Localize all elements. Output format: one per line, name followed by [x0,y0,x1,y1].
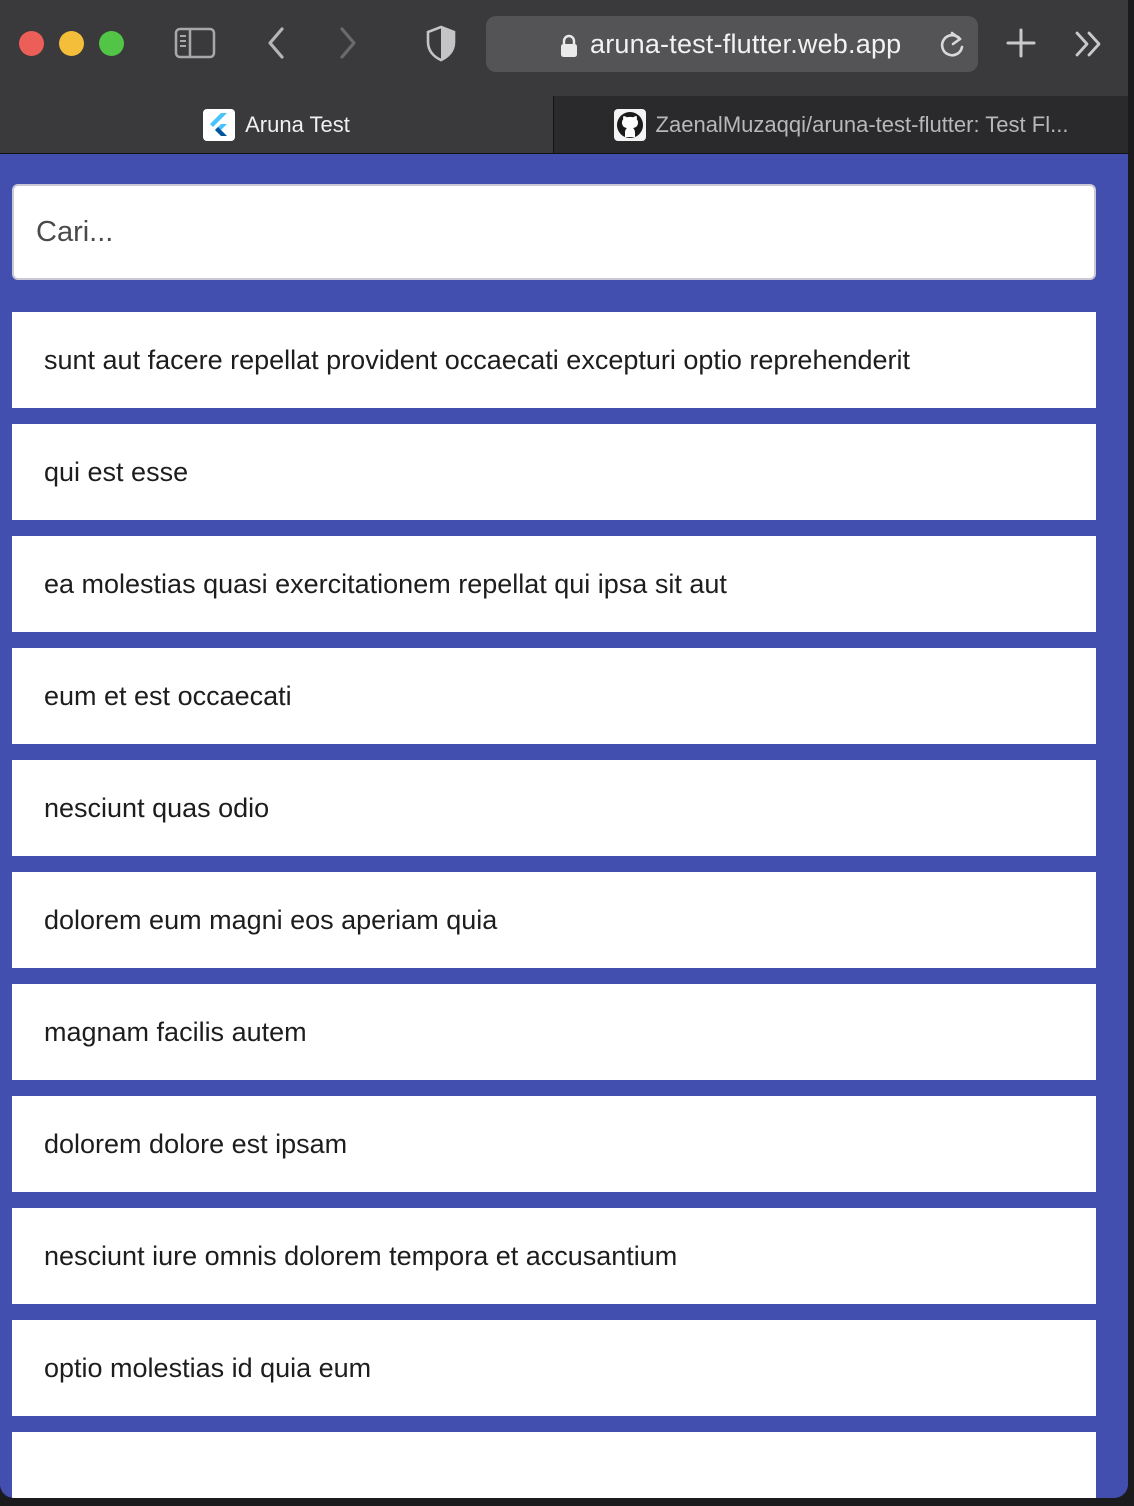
list-item[interactable]: nesciunt quas odio [12,760,1096,856]
tab-aruna-test[interactable]: Aruna Test [0,96,553,153]
lock-icon [560,34,578,63]
back-icon[interactable] [262,26,292,60]
post-title: eum et est occaecati [44,680,292,711]
list-item[interactable]: eum et est occaecati [12,648,1096,744]
flutter-icon [203,108,236,141]
new-tab-icon[interactable] [1004,26,1038,60]
list-item[interactable]: qui est esse [12,424,1096,520]
app-content: sunt aut facere repellat provident occae… [0,154,1128,1498]
list-item[interactable] [12,1432,1096,1498]
close-window-button[interactable] [19,31,44,56]
post-title: dolorem eum magni eos aperiam quia [44,904,498,935]
list-item[interactable]: ea molestias quasi exercitationem repell… [12,536,1096,632]
tab-github-repo[interactable]: ZaenalMuzaqqi/aruna-test-flutter: Test F… [553,96,1128,153]
list-item[interactable]: optio molestias id quia eum [12,1320,1096,1416]
address-url: aruna-test-flutter.web.app [590,29,902,59]
sidebar-toggle-icon[interactable] [174,26,216,60]
tab-label: Aruna Test [245,111,350,137]
post-list: sunt aut facere repellat provident occae… [12,312,1096,1498]
post-title: nesciunt quas odio [44,792,270,823]
search-input[interactable] [36,186,1066,278]
github-icon [613,108,646,141]
post-title: sunt aut facere repellat provident occae… [44,344,911,375]
browser-window: aruna-test-flutter.web.app Aruna Test Za… [0,0,1128,1498]
minimize-window-button[interactable] [59,31,84,56]
post-title: magnam facilis autem [44,1016,307,1047]
post-title: ea molestias quasi exercitationem repell… [44,568,727,599]
zoom-window-button[interactable] [99,31,124,56]
list-item[interactable]: dolorem dolore est ipsam [12,1096,1096,1192]
browser-toolbar: aruna-test-flutter.web.app [0,0,1128,96]
post-title: optio molestias id quia eum [44,1352,372,1383]
list-item[interactable]: sunt aut facere repellat provident occae… [12,312,1096,408]
forward-icon[interactable] [332,26,362,60]
list-item[interactable]: nesciunt iure omnis dolorem tempora et a… [12,1208,1096,1304]
tab-bar: Aruna Test ZaenalMuzaqqi/aruna-test-flut… [0,96,1128,154]
list-item[interactable]: dolorem eum magni eos aperiam quia [12,872,1096,968]
privacy-shield-icon[interactable] [424,24,458,62]
search-box[interactable] [12,184,1096,280]
list-item[interactable]: magnam facilis autem [12,984,1096,1080]
post-title: qui est esse [44,456,189,487]
reload-icon[interactable] [938,30,966,65]
more-tabs-chevron-icon[interactable] [1072,28,1106,60]
address-bar[interactable]: aruna-test-flutter.web.app [486,16,978,72]
tab-label: ZaenalMuzaqqi/aruna-test-flutter: Test F… [655,111,1069,137]
post-title: dolorem dolore est ipsam [44,1128,348,1159]
post-title: nesciunt iure omnis dolorem tempora et a… [44,1240,678,1271]
